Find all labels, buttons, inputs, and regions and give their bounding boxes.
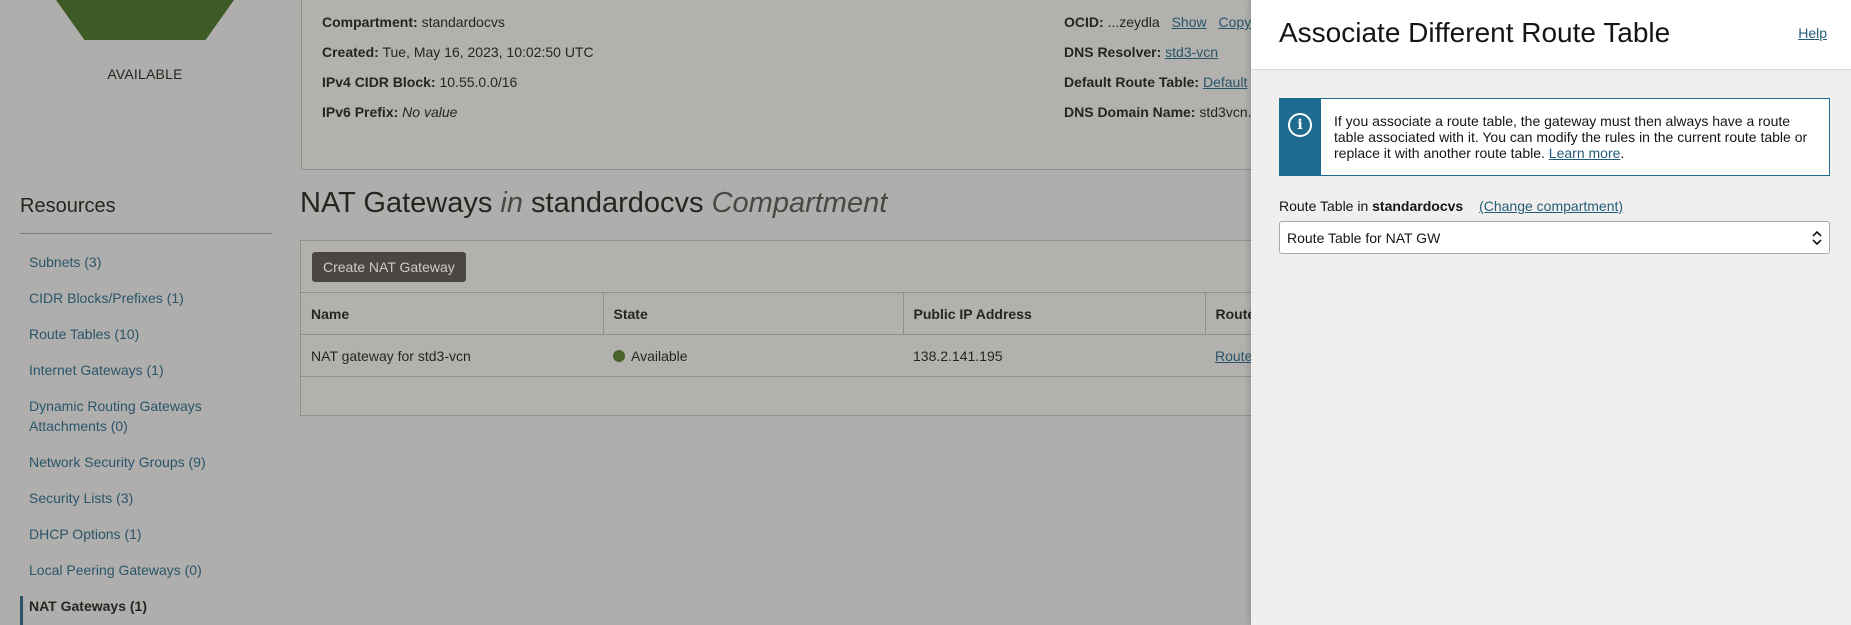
route-table-label: Route Table in standardocvs (Change comp… xyxy=(1279,198,1624,214)
table-header-row: Name State Public IP Address Route xyxy=(301,292,1301,335)
nat-gateways-table: Name State Public IP Address Route NAT g… xyxy=(301,292,1301,377)
nat-gateways-table-panel: Create NAT Gateway Name State Public IP … xyxy=(300,240,1301,416)
ocid-copy-link[interactable]: Copy xyxy=(1219,14,1252,30)
info-strip: i xyxy=(1280,99,1321,175)
column-header-public-ip[interactable]: Public IP Address xyxy=(903,292,1206,335)
column-header-state[interactable]: State xyxy=(603,292,904,335)
resource-drg-attachments[interactable]: Dynamic Routing Gateways Attachments (0) xyxy=(20,396,272,452)
create-nat-gateway-button[interactable]: Create NAT Gateway xyxy=(312,252,466,282)
section-title: NAT Gateways in standardocvs Compartment xyxy=(300,187,888,219)
resource-internet-gateways[interactable]: Internet Gateways (1) xyxy=(20,360,272,396)
detail-created: Created: Tue, May 16, 2023, 10:02:50 UTC xyxy=(322,44,594,60)
info-text: If you associate a route table, the gate… xyxy=(1334,113,1808,161)
route-table-link[interactable]: Route xyxy=(1215,348,1252,364)
learn-more-link[interactable]: Learn more xyxy=(1549,145,1621,161)
resource-dhcp-options[interactable]: DHCP Options (1) xyxy=(20,524,272,560)
resources-list: Subnets (3) CIDR Blocks/Prefixes (1) Rou… xyxy=(20,252,272,625)
detail-compartment: Compartment: standardocvs xyxy=(322,14,505,30)
ocid-show-link[interactable]: Show xyxy=(1172,14,1207,30)
associate-route-table-drawer: Associate Different Route Table Help i I… xyxy=(1251,0,1851,625)
resources-title: Resources xyxy=(20,195,116,217)
table-row: NAT gateway for std3-vcn Available 138.2… xyxy=(301,334,1301,377)
resource-cidr-blocks[interactable]: CIDR Blocks/Prefixes (1) xyxy=(20,288,272,324)
default-route-table-link[interactable]: Default xyxy=(1203,74,1247,90)
route-table-select[interactable]: Route Table for NAT GW xyxy=(1279,221,1830,254)
detail-ipv6: IPv6 Prefix: No value xyxy=(322,104,458,120)
resources-divider xyxy=(20,233,272,234)
resource-local-peering-gateways[interactable]: Local Peering Gateways (0) xyxy=(20,560,272,596)
resource-security-lists[interactable]: Security Lists (3) xyxy=(20,488,272,524)
resource-nat-gateways[interactable]: NAT Gateways (1) xyxy=(20,596,272,625)
detail-ipv4: IPv4 CIDR Block: 10.55.0.0/16 xyxy=(322,74,518,90)
cell-state: Available xyxy=(603,334,903,377)
cell-public-ip: 138.2.141.195 xyxy=(903,334,1205,377)
vcn-hexagon-icon xyxy=(56,0,234,40)
route-table-select-value: Route Table for NAT GW xyxy=(1287,230,1441,246)
drawer-header: Associate Different Route Table Help xyxy=(1251,0,1851,70)
resource-network-security-groups[interactable]: Network Security Groups (9) xyxy=(20,452,272,488)
vcn-details-panel: Compartment: standardocvs Created: Tue, … xyxy=(301,0,1301,170)
cell-name[interactable]: NAT gateway for std3-vcn xyxy=(301,334,603,377)
help-link[interactable]: Help xyxy=(1798,25,1827,41)
change-compartment-link[interactable]: (Change compartment) xyxy=(1479,198,1623,214)
resource-subnets[interactable]: Subnets (3) xyxy=(20,252,272,288)
detail-dns-resolver: DNS Resolver: std3-vcn xyxy=(1064,44,1219,60)
info-message: i If you associate a route table, the ga… xyxy=(1279,98,1830,176)
resource-route-tables[interactable]: Route Tables (10) xyxy=(20,324,272,360)
info-icon: i xyxy=(1288,113,1312,137)
chevron-up-down-icon xyxy=(1812,230,1822,246)
detail-default-route-table: Default Route Table: Default xyxy=(1064,74,1248,90)
drawer-title: Associate Different Route Table xyxy=(1279,17,1671,48)
status-dot-icon xyxy=(613,349,625,362)
dns-resolver-link[interactable]: std3-vcn xyxy=(1165,44,1218,60)
column-header-name[interactable]: Name xyxy=(301,292,604,335)
detail-dns-domain: DNS Domain Name: std3vcn. xyxy=(1064,104,1252,120)
detail-ocid: OCID: ...zeydla Show Copy xyxy=(1064,14,1252,30)
vcn-status: AVAILABLE xyxy=(107,66,183,82)
